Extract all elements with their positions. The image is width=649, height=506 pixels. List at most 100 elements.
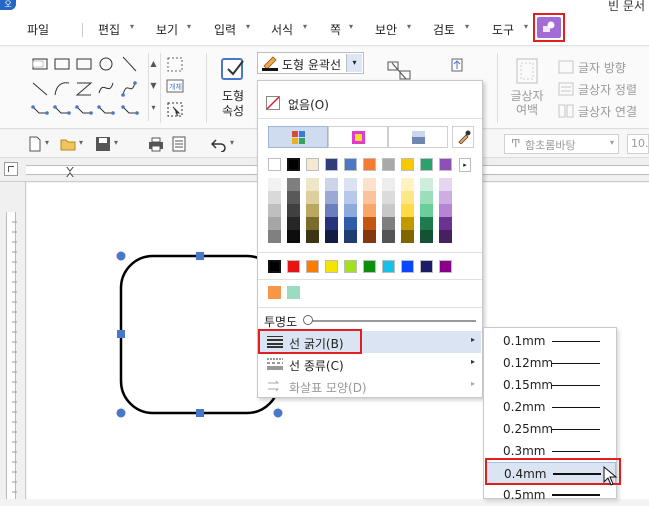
chevron-down-icon[interactable]: ▾ — [610, 138, 614, 147]
recent-color-swatch[interactable] — [287, 286, 300, 299]
open-folder-icon[interactable] — [60, 136, 76, 152]
chevron-down-icon[interactable]: ▾ — [246, 22, 250, 31]
textbox-options: 글자 방향 글상자 정렬 글상자 연결 — [557, 57, 649, 123]
menu-page[interactable]: 쪽 — [330, 21, 341, 38]
chevron-down-icon[interactable]: ▾ — [303, 22, 307, 31]
recent-color-swatch[interactable] — [268, 286, 281, 299]
shape-outline-combo[interactable]: 도형 윤곽선 ▾ — [257, 52, 364, 74]
thickness-option[interactable]: 0.3mm — [485, 440, 616, 462]
textbox-link-item[interactable]: 글상자 연결 — [557, 101, 649, 123]
line-tool[interactable] — [386, 59, 414, 81]
color-swatch[interactable] — [344, 158, 357, 171]
chevron-down-icon[interactable]: ▾ — [114, 138, 118, 147]
color-swatch[interactable] — [325, 260, 338, 273]
eyedropper-button[interactable] — [452, 126, 474, 148]
tab-standard-colors[interactable] — [328, 126, 388, 148]
thickness-option-selected[interactable]: 0.4mm — [485, 462, 616, 484]
divider — [258, 252, 482, 253]
chevron-down-icon[interactable]: ▾ — [230, 138, 234, 147]
shade-column[interactable] — [287, 178, 300, 243]
transparency-slider-thumb[interactable] — [303, 315, 313, 325]
color-swatch[interactable] — [268, 158, 281, 171]
chevron-down-icon[interactable]: ▾ — [346, 54, 362, 72]
color-swatch[interactable] — [325, 158, 338, 171]
font-size-combo[interactable]: 10. — [627, 134, 649, 154]
more-colors-arrow[interactable]: ▸ — [459, 158, 471, 172]
thickness-option[interactable]: 0.15mm — [485, 374, 616, 396]
menu-security[interactable]: 보안 — [375, 21, 397, 38]
shade-column[interactable] — [382, 178, 395, 243]
shade-column[interactable] — [420, 178, 433, 243]
thickness-option[interactable]: 0.5mm — [485, 484, 616, 506]
menu-edit[interactable]: 편집 — [98, 21, 120, 38]
shape-properties-button[interactable]: 도형 속성 — [216, 55, 250, 121]
color-swatch[interactable] — [401, 260, 414, 273]
color-swatch-selected[interactable] — [287, 158, 300, 171]
new-document-icon[interactable] — [27, 136, 43, 152]
shade-column[interactable] — [439, 178, 452, 243]
print-icon[interactable] — [148, 136, 164, 152]
line-thickness-menu-item[interactable]: 선 굵기(B) ▸ — [259, 331, 481, 353]
vertical-ruler[interactable] — [0, 182, 26, 499]
color-swatch[interactable] — [382, 158, 395, 171]
thickness-option[interactable]: 0.12mm — [485, 352, 616, 374]
color-swatch[interactable] — [363, 260, 376, 273]
color-swatch[interactable] — [439, 260, 452, 273]
chevron-down-icon[interactable]: ▾ — [524, 22, 528, 31]
bring-front-icon[interactable] — [449, 57, 465, 73]
color-swatch[interactable] — [439, 158, 452, 171]
color-swatch[interactable] — [363, 158, 376, 171]
chevron-down-icon[interactable]: ▾ — [465, 22, 469, 31]
menu-tools[interactable]: 도구 — [492, 21, 514, 38]
menu-insert[interactable]: 입력 — [214, 21, 236, 38]
save-icon[interactable] — [95, 136, 111, 152]
shape-format-tab[interactable] — [537, 17, 561, 38]
color-swatch[interactable] — [420, 158, 433, 171]
menu-format[interactable]: 서식 — [271, 21, 293, 38]
thickness-option[interactable]: 0.2mm — [485, 396, 616, 418]
line-type-menu-item[interactable]: 선 종류(C) ▸ — [259, 353, 481, 375]
shape-gallery[interactable]: ▲ ▼ ▾ — [30, 53, 158, 121]
textbox-align-item[interactable]: 글상자 정렬 — [557, 79, 649, 101]
color-swatch[interactable] — [401, 158, 414, 171]
color-swatch[interactable] — [287, 260, 300, 273]
color-swatch-selected[interactable] — [268, 260, 281, 273]
print-preview-icon[interactable] — [171, 136, 187, 152]
tab-gradient-colors[interactable] — [388, 126, 448, 148]
select-tools[interactable]: 개체 — [165, 55, 185, 119]
menu-file[interactable]: 파일 — [27, 21, 49, 38]
transparency-slider-track[interactable] — [308, 320, 476, 322]
color-swatch[interactable] — [306, 158, 319, 171]
shade-column[interactable] — [268, 178, 281, 243]
ruler-corner[interactable] — [4, 162, 18, 176]
chevron-down-icon[interactable]: ▾ — [79, 138, 83, 147]
thickness-label: 0.2mm — [503, 400, 546, 414]
color-swatch[interactable] — [344, 260, 357, 273]
shade-column[interactable] — [344, 178, 357, 243]
font-name-value: 함초롬바탕 — [525, 139, 576, 152]
tab-theme-colors[interactable] — [268, 126, 328, 148]
textbox-margin-button[interactable]: 글상자 여백 — [509, 57, 545, 123]
chevron-down-icon[interactable]: ▾ — [130, 22, 134, 31]
thickness-option[interactable]: 0.1mm — [485, 330, 616, 352]
menu-view[interactable]: 보기 — [156, 21, 178, 38]
color-swatch[interactable] — [382, 260, 395, 273]
font-name-combo[interactable]: Ͳ 함초롬바탕 ▾ — [504, 134, 619, 154]
chevron-down-icon[interactable]: ▾ — [187, 22, 191, 31]
no-color-option[interactable]: 없음(O) — [258, 92, 482, 114]
shade-column[interactable] — [401, 178, 414, 243]
chevron-down-icon[interactable]: ▾ — [45, 138, 49, 147]
shade-column[interactable] — [363, 178, 376, 243]
undo-icon[interactable] — [211, 136, 227, 152]
color-swatch[interactable] — [306, 260, 319, 273]
menu-review[interactable]: 검토 — [433, 21, 455, 38]
gallery-scroll[interactable]: ▲ ▼ ▾ — [148, 53, 158, 121]
color-shades-grid[interactable] — [268, 178, 468, 248]
shade-column[interactable] — [325, 178, 338, 243]
shade-column[interactable] — [306, 178, 319, 243]
text-direction-item[interactable]: 글자 방향 — [557, 57, 649, 79]
chevron-down-icon[interactable]: ▾ — [349, 22, 353, 31]
chevron-down-icon[interactable]: ▾ — [407, 22, 411, 31]
color-swatch[interactable] — [420, 260, 433, 273]
thickness-option[interactable]: 0.25mm — [485, 418, 616, 440]
